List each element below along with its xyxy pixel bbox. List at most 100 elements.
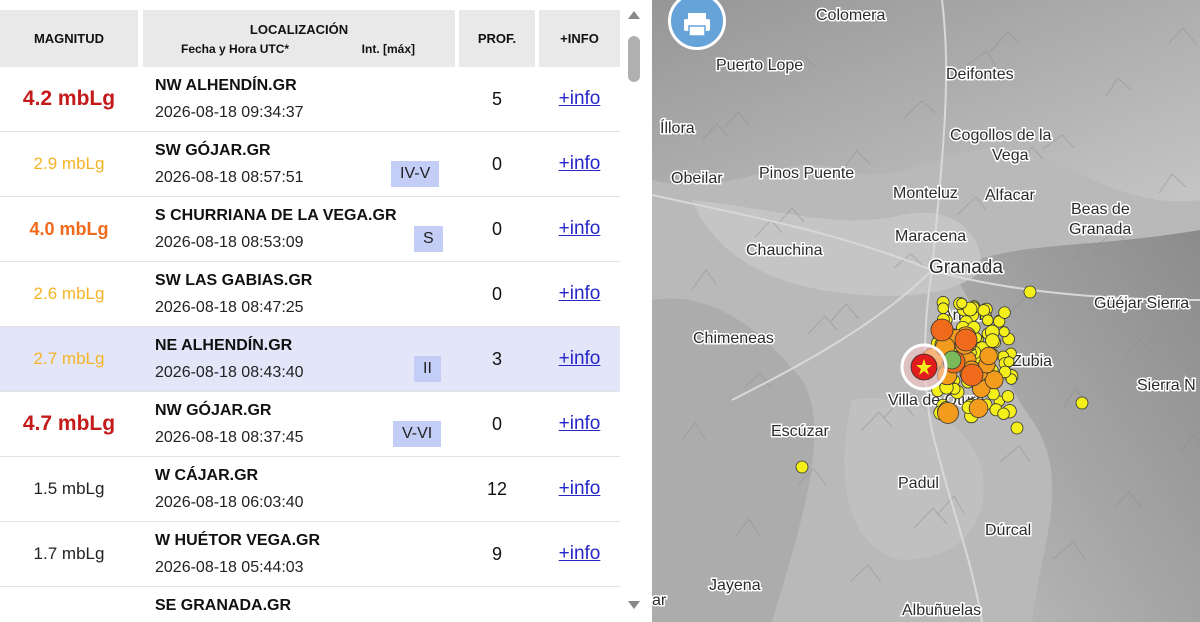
quake-marker-small[interactable]: [1001, 390, 1015, 403]
event-row[interactable]: 2.9 mbLg SW GÓJAR.GR 2026-08-18 08:57:51 IV…: [0, 132, 620, 197]
magnitude-value: 2.7 mbLg: [33, 349, 105, 368]
event-depth: 3: [491, 348, 502, 369]
event-datetime: 2026-08-18 08:57:51: [155, 169, 304, 186]
event-location: SW GÓJAR.GR: [155, 142, 271, 159]
print-button[interactable]: [668, 0, 726, 50]
quake-marker-small[interactable]: [1075, 396, 1089, 410]
event-depth: 0: [491, 153, 502, 174]
scrollbar-thumb[interactable]: [628, 36, 640, 82]
list-scrollbar[interactable]: [622, 0, 652, 622]
map-place-label: Maracena: [895, 228, 966, 245]
map-place-label: Puerto Lope: [716, 57, 803, 74]
quake-marker-large[interactable]: [954, 328, 978, 352]
intensity-badge: IV-V: [391, 161, 440, 187]
map-place-label: Alfacar: [985, 187, 1035, 204]
scroll-down-icon[interactable]: [628, 601, 640, 609]
map-place-label: Escúzar: [771, 423, 829, 440]
printer-icon: [684, 13, 710, 37]
map-place-label: Deifontes: [946, 66, 1014, 83]
map-place-label: Dúrcal: [985, 522, 1031, 539]
event-depth: 0: [491, 283, 502, 304]
quake-marker-medium[interactable]: [979, 346, 998, 366]
quake-marker-small[interactable]: [998, 326, 1010, 338]
event-depth: 0: [491, 218, 502, 239]
magnitude-value: 4.2 mbLg: [22, 87, 116, 110]
quake-marker-small[interactable]: [977, 304, 991, 317]
map-place-label: Pinos Puente: [759, 165, 854, 182]
info-link[interactable]: +info: [539, 457, 620, 521]
event-datetime: 2026-08-18 06:03:40: [155, 494, 304, 511]
event-row[interactable]: 4.2 mbLg NW ALHENDÍN.GR 2026-08-18 09:34:3…: [0, 67, 620, 132]
header-magnitude[interactable]: MAGNITUD: [0, 10, 138, 67]
map-canvas[interactable]: ColomeraPuerto LopeDeifontesÍllora Cogoll…: [652, 0, 1200, 622]
info-link[interactable]: +info: [539, 522, 620, 586]
event-row[interactable]: SE GRANADA.GR: [0, 587, 620, 622]
header-location[interactable]: LOCALIZACIÓN Fecha y Hora UTC* Int. [máx…: [143, 10, 455, 67]
event-row[interactable]: 2.7 mbLg NE ALHENDÍN.GR 2026-08-18 08:43:4…: [0, 327, 620, 392]
map-place-label: Obeilar: [671, 170, 723, 187]
event-location: S CHURRIANA DE LA VEGA.GR: [155, 207, 397, 224]
event-depth: [459, 587, 535, 622]
event-table-body: 4.2 mbLg NW ALHENDÍN.GR 2026-08-18 09:34:3…: [0, 67, 620, 622]
quake-marker-small[interactable]: [1010, 421, 1024, 435]
magnitude-value: 4.0 mbLg: [29, 218, 109, 239]
intensity-badge: S: [414, 226, 443, 252]
map-place-label: Sierra N: [1137, 377, 1196, 394]
info-link[interactable]: +info: [539, 327, 620, 391]
map-place-label: Chimeneas: [693, 330, 774, 347]
quake-marker-small[interactable]: [937, 302, 949, 314]
event-row[interactable]: 4.0 mbLg S CHURRIANA DE LA VEGA.GR 2026-08…: [0, 197, 620, 262]
map-place-label: Güéjar Sierra: [1094, 295, 1189, 312]
quake-marker-large[interactable]: [960, 363, 984, 387]
quake-marker-medium[interactable]: [968, 398, 989, 418]
magnitude-value: 1.7 mbLg: [33, 544, 105, 563]
quake-marker-small[interactable]: [1023, 285, 1037, 299]
event-datetime: 2026-08-18 05:44:03: [155, 559, 304, 576]
quake-marker-small[interactable]: [998, 306, 1011, 319]
event-row[interactable]: 4.7 mbLg NW GÓJAR.GR 2026-08-18 08:37:45 V-…: [0, 392, 620, 457]
quake-marker-small[interactable]: [985, 333, 1000, 348]
map-place-label: Colomera: [816, 7, 885, 24]
earthquake-list-panel: MAGNITUD LOCALIZACIÓN Fecha y Hora UTC* …: [0, 0, 622, 622]
header-depth[interactable]: PROF.: [459, 10, 535, 67]
magnitude-value: 1.5 mbLg: [33, 479, 105, 498]
magnitude-value: 2.6 mbLg: [33, 284, 105, 303]
map-place-label: Jayena: [709, 577, 761, 594]
info-link[interactable]: +info: [539, 262, 620, 326]
event-depth: 12: [486, 478, 508, 499]
info-link[interactable]: [539, 587, 620, 622]
event-location: SE GRANADA.GR: [155, 597, 292, 614]
header-location-title: LOCALIZACIÓN: [249, 21, 349, 37]
magnitude-value: 4.7 mbLg: [22, 412, 116, 435]
info-link[interactable]: +info: [539, 67, 620, 131]
map-place-label: Íllora: [660, 118, 695, 137]
scroll-up-icon[interactable]: [628, 11, 640, 19]
map-place-label: Granada: [929, 257, 1003, 278]
quake-marker-small[interactable]: [795, 460, 809, 474]
info-link[interactable]: +info: [539, 392, 620, 456]
header-intensity: Int. [máx]: [361, 41, 415, 56]
intensity-badge: II: [414, 356, 441, 382]
event-location: SW LAS GABIAS.GR: [155, 272, 313, 289]
info-link[interactable]: +info: [539, 197, 620, 261]
event-row[interactable]: 2.6 mbLg SW LAS GABIAS.GR 2026-08-18 08:47…: [0, 262, 620, 327]
quake-marker-small[interactable]: [997, 407, 1010, 420]
quake-marker-medium[interactable]: [984, 370, 1004, 390]
quake-marker-large[interactable]: [930, 318, 954, 342]
quake-marker-small[interactable]: [956, 297, 968, 309]
header-datetime: Fecha y Hora UTC*: [181, 41, 290, 56]
map-place-label: Albuñuelas: [902, 602, 981, 619]
event-depth: 0: [491, 413, 502, 434]
event-row[interactable]: 1.5 mbLg W CÁJAR.GR 2026-08-18 06:03:40 12 +…: [0, 457, 620, 522]
quake-marker-small[interactable]: [1003, 356, 1015, 368]
map-place-label: Padul: [898, 475, 939, 492]
event-datetime: 2026-08-18 08:37:45: [155, 429, 304, 446]
map-view[interactable]: Colomera Puerto Lope Deifontes Íllora Cogoll…: [652, 0, 1200, 622]
event-datetime: 2026-08-18 09:34:37: [155, 104, 304, 121]
quake-marker-small[interactable]: [981, 314, 994, 327]
event-depth: 9: [491, 543, 502, 564]
header-info: +INFO: [539, 10, 620, 67]
event-row[interactable]: 1.7 mbLg W HUÉTOR VEGA.GR 2026-08-18 05:44…: [0, 522, 620, 587]
quake-marker-medium[interactable]: [937, 402, 959, 424]
info-link[interactable]: +info: [539, 132, 620, 196]
